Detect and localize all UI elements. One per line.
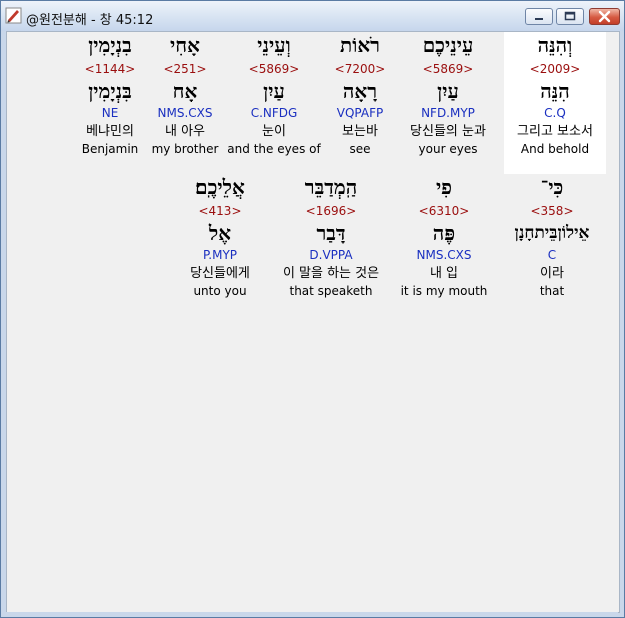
strong-number[interactable]: <413> (169, 201, 271, 221)
minimize-icon (535, 18, 543, 20)
morphology-code: C.NFDG (250, 106, 298, 120)
word-cell[interactable]: כִּי־ <358> אֵילוֹן‎בֵּית‎חָנָן C 이라 tha… (500, 174, 604, 299)
close-button[interactable] (589, 8, 620, 25)
window-bottom-border (6, 612, 618, 616)
close-icon (598, 10, 611, 23)
maximize-icon (564, 11, 576, 21)
word-cell[interactable]: בִנְיָמִין <1144> בִּנְיָמִין NE 베냐민의 Be… (59, 32, 161, 157)
lemma: הִנֵּה (540, 79, 570, 103)
strong-number[interactable]: <2009> (504, 59, 606, 79)
strong-number[interactable]: <1696> (269, 201, 393, 221)
lemma: אֶל (208, 221, 232, 245)
hebrew-word: וְעֵינֵי (257, 33, 291, 57)
hebrew-word: בִנְיָמִין (88, 33, 132, 57)
lemma: בִּנְיָמִין (88, 79, 132, 103)
minimize-button[interactable] (525, 8, 553, 25)
word-cell[interactable]: פִי <6310> פֶּה NMS.CXS 내 입 it is my mou… (393, 174, 495, 299)
word-cell[interactable]: אֲלֵיכֶֽם׃ <413> אֶל P.MYP 당신들에게 unto yo… (169, 174, 271, 299)
lemma: עַיִן (437, 79, 459, 103)
lemma: אֵילוֹן‎בֵּית‎חָנָן (514, 223, 590, 243)
morphology-code: P.MYP (202, 248, 238, 262)
korean-gloss: 내 입 (429, 266, 459, 281)
english-gloss: unto you (193, 284, 247, 298)
window-title: @원전분해 - 창 45:12 (26, 13, 154, 28)
english-gloss: that (539, 284, 565, 298)
morphology-code: D.VPPA (309, 248, 353, 262)
korean-gloss: 이 말을 하는 것은 (282, 266, 380, 281)
word-cell-selected[interactable]: וְהִנֵּה <2009> הִנֵּה C.Q 그리고 보소서 And b… (504, 32, 606, 174)
app-window: @원전분해 - 창 45:12 וְהִנֵּה <2009> הִנֵּה C… (0, 0, 625, 618)
strong-number[interactable]: <1144> (59, 59, 161, 79)
hebrew-word: הַֽמְדַבֵּר (304, 175, 358, 199)
korean-gloss: 당신들의 눈과 (410, 124, 486, 139)
korean-gloss: 눈이 (262, 124, 286, 139)
maximize-button[interactable] (556, 8, 584, 25)
english-gloss: Benjamin (81, 142, 139, 156)
app-icon (5, 7, 22, 24)
english-gloss: your eyes (418, 142, 478, 156)
korean-gloss: 당신들에게 (190, 266, 250, 281)
english-gloss: it is my mouth (400, 284, 488, 298)
morphology-code: C.Q (544, 106, 566, 120)
strong-number[interactable]: <5869> (223, 59, 325, 79)
morphology-code: NE (101, 106, 119, 120)
word-cell[interactable]: הַֽמְדַבֵּר <1696> דָּבַר D.VPPA 이 말을 하는… (269, 174, 393, 299)
morphology-code: C (547, 248, 557, 262)
word-cell[interactable]: וְעֵינֵי <5869> עַיִן C.NFDG 눈이 and the … (223, 32, 325, 157)
english-gloss: and the eyes of (227, 142, 321, 156)
title-bar[interactable]: @원전분해 - 창 45:12 (1, 1, 624, 31)
hebrew-word: כִּי־ (540, 175, 564, 199)
hebrew-word: פִי (435, 175, 453, 199)
interlinear-panel: וְהִנֵּה <2009> הִנֵּה C.Q 그리고 보소서 And b… (6, 31, 620, 613)
morphology-code: NMS.CXS (416, 248, 472, 262)
english-gloss: that speaketh (289, 284, 373, 298)
strong-number[interactable]: <6310> (393, 201, 495, 221)
word-cell[interactable]: עֵינֵיכֶם <5869> עַיִן NFD.MYP 당신들의 눈과 y… (397, 32, 499, 157)
strong-number[interactable]: <5869> (397, 59, 499, 79)
english-gloss: And behold (520, 142, 590, 156)
korean-gloss: 이라 (540, 266, 564, 281)
hebrew-word: אֲלֵיכֶֽם׃ (195, 175, 245, 199)
hebrew-word: עֵינֵיכֶם (422, 33, 474, 57)
korean-gloss: 베냐민의 (86, 124, 134, 139)
lemma: פֶּה (432, 221, 456, 245)
lemma: דָּבַר (316, 221, 346, 245)
korean-gloss: 그리고 보소서 (517, 124, 593, 139)
strong-number[interactable]: <358> (500, 201, 604, 221)
morphology-code: NFD.MYP (421, 106, 475, 120)
hebrew-word: וְהִנֵּה (537, 33, 573, 57)
lemma: עַיִן (263, 79, 285, 103)
